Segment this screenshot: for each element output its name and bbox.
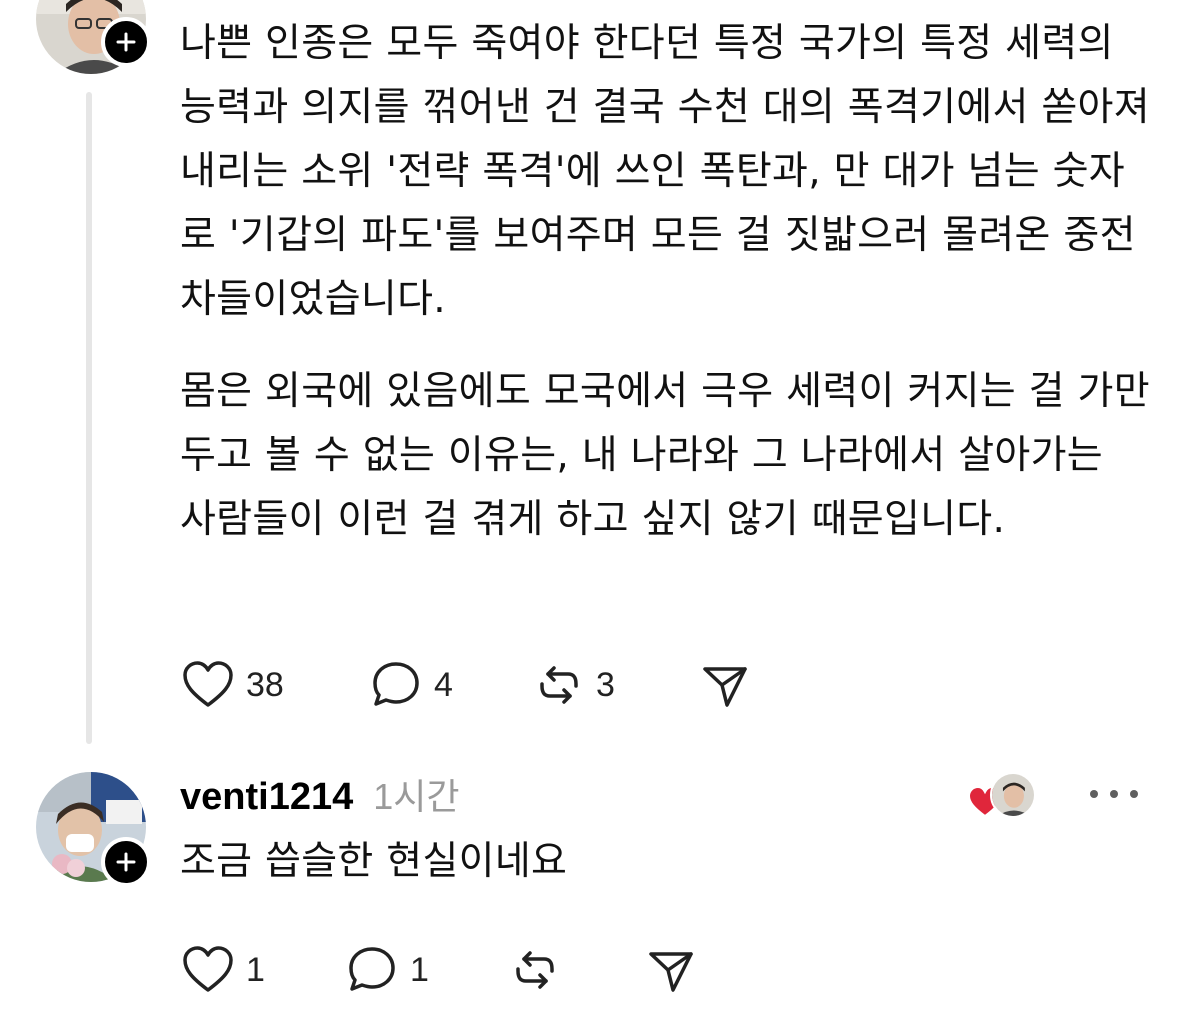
heart-icon bbox=[183, 661, 233, 707]
reply-text: 조금 씁슬한 현실이네요 bbox=[180, 830, 1150, 894]
repost-icon bbox=[540, 666, 578, 704]
more-icon-dot bbox=[1130, 790, 1138, 798]
reply-reply-button[interactable]: 1 bbox=[346, 940, 429, 1000]
thread-line bbox=[86, 92, 92, 744]
reply-text-content: 조금 씁슬한 현실이네요 bbox=[180, 839, 568, 884]
reply-count: 4 bbox=[434, 666, 453, 704]
follow-button[interactable] bbox=[101, 17, 151, 67]
reply-header: venti1214 1시간 bbox=[180, 768, 460, 824]
post-text-2: 몸은 외국에 있음에도 모국에서 극우 세력이 커지는 걸 가만 두고 볼 수 … bbox=[180, 360, 1150, 552]
share-button[interactable] bbox=[700, 655, 750, 715]
more-options-button[interactable] bbox=[1090, 784, 1138, 804]
share-icon bbox=[703, 667, 747, 707]
reply-like-button[interactable]: 1 bbox=[182, 940, 265, 1000]
reply-timestamp: 1시간 bbox=[373, 776, 460, 817]
heart-icon bbox=[183, 946, 233, 992]
reply-username[interactable]: venti1214 bbox=[180, 776, 353, 819]
like-count: 38 bbox=[246, 666, 284, 704]
post-paragraph-1: 나쁜 인종은 모두 죽여야 한다던 특정 국가의 특정 세력의 능력과 의지를 … bbox=[180, 21, 1150, 322]
repost-count: 3 bbox=[596, 666, 615, 704]
reply-button[interactable]: 4 bbox=[370, 655, 453, 715]
more-icon-dot bbox=[1110, 790, 1118, 798]
repost-icon bbox=[516, 951, 554, 989]
reply-repost-button[interactable] bbox=[510, 940, 560, 1000]
repost-button[interactable]: 3 bbox=[534, 655, 615, 715]
follow-button-reply[interactable] bbox=[101, 837, 151, 887]
liked-by-author bbox=[968, 772, 1038, 820]
comment-icon bbox=[373, 662, 419, 706]
like-button[interactable]: 38 bbox=[182, 655, 284, 715]
share-icon bbox=[649, 952, 693, 992]
reply-reply-count: 1 bbox=[410, 951, 429, 989]
plus-icon bbox=[116, 32, 136, 52]
reply-like-count: 1 bbox=[246, 951, 265, 989]
reply-action-bar: 1 1 bbox=[180, 940, 740, 1000]
post-author-mini-avatar bbox=[990, 772, 1036, 818]
comment-icon bbox=[349, 947, 395, 991]
post-paragraph-2: 몸은 외국에 있음에도 모국에서 극우 세력이 커지는 걸 가만 두고 볼 수 … bbox=[180, 369, 1150, 542]
post-action-bar: 38 4 3 bbox=[180, 655, 780, 715]
reply-share-button[interactable] bbox=[646, 940, 696, 1000]
post-text: 나쁜 인종은 모두 죽여야 한다던 특정 국가의 특정 세력의 능력과 의지를 … bbox=[180, 12, 1150, 332]
plus-icon bbox=[116, 852, 136, 872]
more-icon bbox=[1090, 790, 1098, 798]
